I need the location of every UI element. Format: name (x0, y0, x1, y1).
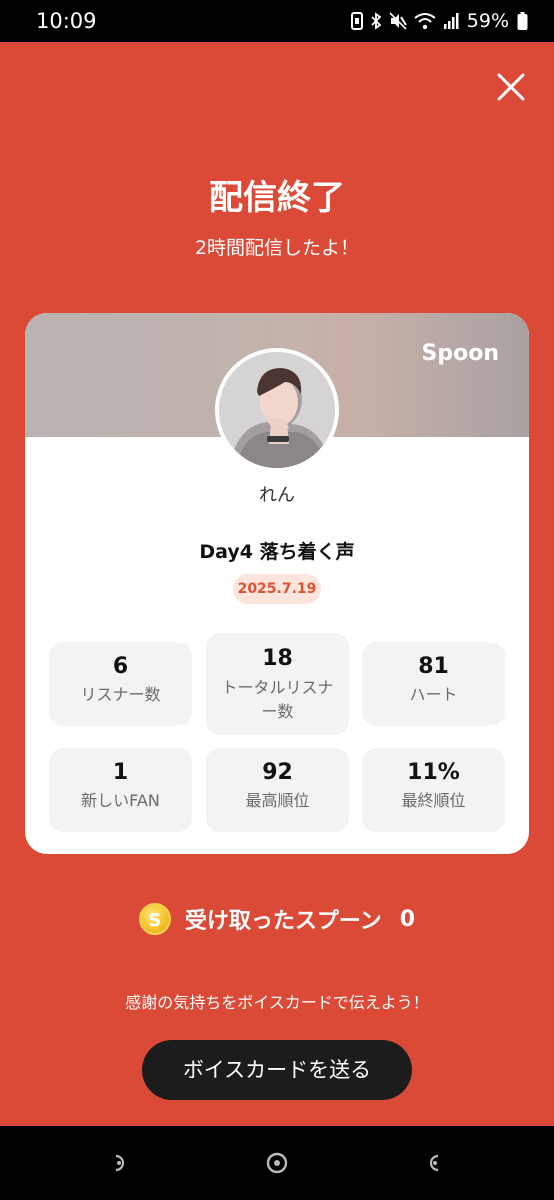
home-icon (266, 1152, 288, 1174)
status-time: 10:09 (36, 9, 97, 33)
stat-label: ハート (409, 685, 458, 704)
close-icon (497, 73, 525, 101)
spoons-received: S 受け取ったスプーン 0 (0, 903, 554, 935)
thanks-text: 感謝の気持ちをボイスカードで伝えよう！ (125, 993, 429, 1012)
back-icon (429, 1154, 439, 1172)
nav-home-button[interactable] (257, 1143, 297, 1183)
page-title: 配信終了 (209, 178, 345, 218)
battery-text: 59% (466, 10, 509, 32)
status-right: 59% (350, 10, 528, 32)
stat-label: 新しいFAN (81, 791, 160, 810)
stat-value: 6 (112, 654, 129, 679)
stat-highest-rank: 92 最高順位 (206, 748, 349, 832)
nav-recents-button[interactable] (99, 1143, 139, 1183)
spoons-label: 受け取ったスプーン (184, 909, 382, 934)
stat-hearts: 81 ハート (362, 642, 505, 726)
stat-label-line1: トータルリスナ (221, 678, 334, 697)
stat-label: 最高順位 (245, 791, 310, 810)
spoon-coin-icon: S (138, 903, 171, 935)
spoons-count: 0 (399, 906, 416, 932)
stat-label: 最終順位 (401, 791, 466, 810)
battery-icon (517, 12, 528, 30)
stat-label: リスナー数 (80, 685, 161, 704)
user-name: れん (259, 485, 295, 506)
stat-value: 81 (418, 654, 449, 679)
page-subtitle: 2時間配信したよ！ (194, 237, 360, 259)
recents-icon (115, 1154, 125, 1172)
spoon-logo: Spoon (421, 341, 499, 366)
notification-icon (350, 12, 363, 30)
signal-icon (443, 13, 459, 29)
stat-value: 1 (112, 760, 129, 785)
send-voice-card-button[interactable]: ボイスカードを送る (142, 1040, 412, 1100)
status-icons (350, 12, 459, 30)
avatar (215, 348, 339, 472)
stat-value: 18 (262, 646, 293, 671)
nav-back-button[interactable] (415, 1143, 455, 1183)
status-bar: 10:09 59% (0, 0, 554, 42)
stat-value: 92 (262, 760, 293, 785)
date-badge: 2025.7.19 (233, 574, 321, 604)
stream-summary-card: Spoon れん Day4 落ち着く声 2025.7.19 6 リスナー数 18… (25, 313, 529, 854)
mute-icon (389, 12, 407, 30)
stat-label-line2: ー数 (261, 702, 294, 721)
stat-listeners: 6 リスナー数 (49, 642, 192, 726)
stat-new-fans: 1 新しいFAN (49, 748, 192, 832)
stat-final-rank: 11% 最終順位 (362, 748, 505, 832)
wifi-icon (414, 13, 436, 30)
stream-ended-screen: 配信終了 2時間配信したよ！ Spoon れん Day4 落ち着く声 2025.… (0, 42, 554, 1126)
stream-title: Day4 落ち着く声 (199, 541, 355, 563)
close-button[interactable] (496, 72, 526, 102)
stat-value: 11% (407, 760, 460, 785)
bluetooth-icon (371, 12, 382, 30)
system-nav-bar (0, 1126, 554, 1200)
stat-total-listeners: 18 トータルリスナ ー数 (206, 633, 349, 735)
